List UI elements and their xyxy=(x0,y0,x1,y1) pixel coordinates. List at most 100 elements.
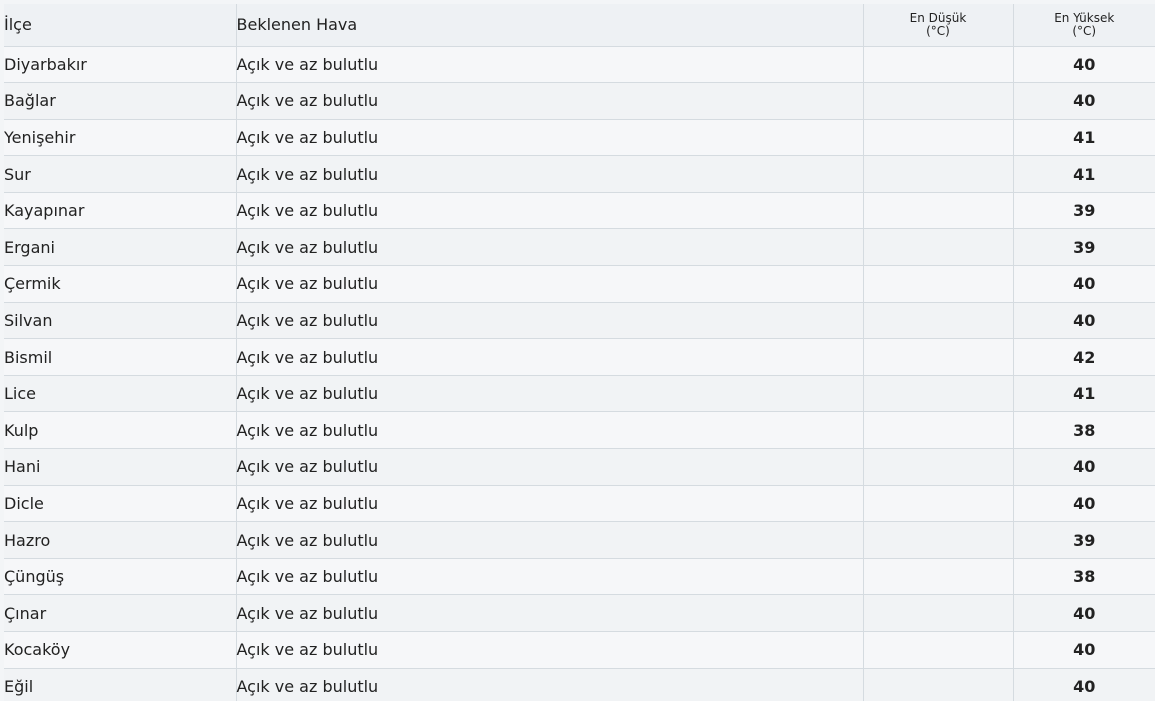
district-cell: Çınar xyxy=(4,594,237,632)
table-row: Çüngüş Açık ve az bulutlu 38 xyxy=(4,558,1155,596)
weather-cell: Açık ve az bulutlu xyxy=(236,448,864,486)
min-temp-cell xyxy=(863,631,1014,669)
max-temp-cell: 40 xyxy=(1013,594,1155,632)
header-max-label: En Yüksek xyxy=(1054,10,1115,25)
weather-cell: Açık ve az bulutlu xyxy=(236,155,864,193)
district-cell: Ergani xyxy=(4,228,237,267)
min-temp-cell xyxy=(863,411,1014,450)
weather-cell: Açık ve az bulutlu xyxy=(236,411,864,450)
min-temp-cell xyxy=(863,448,1014,486)
table-row: Eğil Açık ve az bulutlu 40 xyxy=(4,668,1155,701)
header-max-unit: (°C) xyxy=(1072,23,1097,38)
weather-cell: Açık ve az bulutlu xyxy=(236,82,864,120)
table-header: İlçe Beklenen Hava En Düşük (°C) En Yüks… xyxy=(4,4,1155,47)
district-cell: Bismil xyxy=(4,338,237,376)
weather-cell: Açık ve az bulutlu xyxy=(236,192,864,230)
header-min-temp: En Düşük (°C) xyxy=(863,4,1014,47)
max-temp-cell: 40 xyxy=(1013,485,1155,523)
weather-cell: Açık ve az bulutlu xyxy=(236,375,864,413)
district-cell: Kocaköy xyxy=(4,631,237,669)
district-cell: Diyarbakır xyxy=(4,46,237,84)
min-temp-cell xyxy=(863,668,1014,701)
min-temp-cell xyxy=(863,192,1014,230)
max-temp-cell: 41 xyxy=(1013,155,1155,193)
min-temp-cell xyxy=(863,119,1014,157)
district-cell: Kayapınar xyxy=(4,192,237,230)
table-row: Kayapınar Açık ve az bulutlu 39 xyxy=(4,192,1155,230)
min-temp-cell xyxy=(863,485,1014,523)
district-cell: Yenişehir xyxy=(4,119,237,157)
table-row: Lice Açık ve az bulutlu 41 xyxy=(4,375,1155,413)
table-row: Dicle Açık ve az bulutlu 40 xyxy=(4,485,1155,523)
min-temp-cell xyxy=(863,265,1014,303)
max-temp-cell: 41 xyxy=(1013,375,1155,413)
min-temp-cell xyxy=(863,228,1014,267)
weather-cell: Açık ve az bulutlu xyxy=(236,631,864,669)
district-cell: Sur xyxy=(4,155,237,193)
forecast-page: İlçe Beklenen Hava En Düşük (°C) En Yüks… xyxy=(0,0,1155,701)
district-cell: Lice xyxy=(4,375,237,413)
max-temp-cell: 38 xyxy=(1013,558,1155,596)
table-row: Ergani Açık ve az bulutlu 39 xyxy=(4,228,1155,267)
max-temp-cell: 40 xyxy=(1013,448,1155,486)
min-temp-cell xyxy=(863,155,1014,193)
weather-cell: Açık ve az bulutlu xyxy=(236,558,864,596)
max-temp-cell: 40 xyxy=(1013,46,1155,84)
header-min-label: En Düşük xyxy=(909,10,967,25)
header-weather: Beklenen Hava xyxy=(236,4,864,47)
max-temp-cell: 40 xyxy=(1013,668,1155,701)
min-temp-cell xyxy=(863,375,1014,413)
weather-cell: Açık ve az bulutlu xyxy=(236,338,864,376)
max-temp-cell: 40 xyxy=(1013,82,1155,120)
max-temp-cell: 40 xyxy=(1013,302,1155,340)
table-row: Çınar Açık ve az bulutlu 40 xyxy=(4,594,1155,632)
min-temp-cell xyxy=(863,46,1014,84)
header-row: İlçe Beklenen Hava En Düşük (°C) En Yüks… xyxy=(4,4,1155,47)
max-temp-cell: 40 xyxy=(1013,631,1155,669)
district-cell: Çüngüş xyxy=(4,558,237,596)
table-row: Bismil Açık ve az bulutlu 42 xyxy=(4,338,1155,376)
district-cell: Hazro xyxy=(4,521,237,559)
table-row: Hani Açık ve az bulutlu 40 xyxy=(4,448,1155,486)
table-row: Silvan Açık ve az bulutlu 40 xyxy=(4,302,1155,340)
table-row: Diyarbakır Açık ve az bulutlu 40 xyxy=(4,46,1155,84)
weather-cell: Açık ve az bulutlu xyxy=(236,521,864,559)
min-temp-cell xyxy=(863,82,1014,120)
max-temp-cell: 41 xyxy=(1013,119,1155,157)
min-temp-cell xyxy=(863,521,1014,559)
weather-cell: Açık ve az bulutlu xyxy=(236,302,864,340)
weather-cell: Açık ve az bulutlu xyxy=(236,46,864,84)
district-forecast-table: İlçe Beklenen Hava En Düşük (°C) En Yüks… xyxy=(4,4,1155,701)
max-temp-cell: 39 xyxy=(1013,228,1155,267)
max-temp-cell: 38 xyxy=(1013,411,1155,450)
district-cell: Çermik xyxy=(4,265,237,303)
weather-cell: Açık ve az bulutlu xyxy=(236,485,864,523)
weather-cell: Açık ve az bulutlu xyxy=(236,668,864,701)
max-temp-cell: 42 xyxy=(1013,338,1155,376)
max-temp-cell: 39 xyxy=(1013,192,1155,230)
min-temp-cell xyxy=(863,338,1014,376)
table-row: Sur Açık ve az bulutlu 41 xyxy=(4,155,1155,193)
district-cell: Dicle xyxy=(4,485,237,523)
table-body: Diyarbakır Açık ve az bulutlu 40 Bağlar Açık… xyxy=(4,46,1155,701)
district-cell: Silvan xyxy=(4,302,237,340)
weather-cell: Açık ve az bulutlu xyxy=(236,265,864,303)
district-cell: Eğil xyxy=(4,668,237,701)
district-cell: Kulp xyxy=(4,411,237,450)
table-row: Kulp Açık ve az bulutlu 38 xyxy=(4,411,1155,450)
weather-cell: Açık ve az bulutlu xyxy=(236,228,864,267)
table-row: Bağlar Açık ve az bulutlu 40 xyxy=(4,82,1155,120)
header-min-unit: (°C) xyxy=(926,23,950,38)
table-row: Yenişehir Açık ve az bulutlu 41 xyxy=(4,119,1155,157)
table-row: Kocaköy Açık ve az bulutlu 40 xyxy=(4,631,1155,669)
header-district: İlçe xyxy=(4,4,237,47)
table-row: Hazro Açık ve az bulutlu 39 xyxy=(4,521,1155,559)
min-temp-cell xyxy=(863,558,1014,596)
min-temp-cell xyxy=(863,302,1014,340)
district-cell: Hani xyxy=(4,448,237,486)
max-temp-cell: 40 xyxy=(1013,265,1155,303)
district-cell: Bağlar xyxy=(4,82,237,120)
min-temp-cell xyxy=(863,594,1014,632)
max-temp-cell: 39 xyxy=(1013,521,1155,559)
weather-cell: Açık ve az bulutlu xyxy=(236,594,864,632)
